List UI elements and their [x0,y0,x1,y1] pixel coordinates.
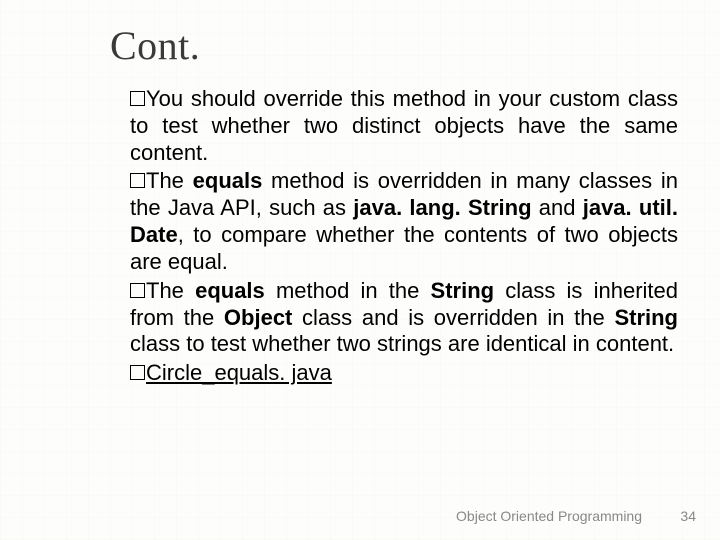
checkbox-icon [130,173,145,188]
checkbox-icon [130,91,145,106]
bullet-text: method in the [265,278,431,303]
bullet-item: The equals method is overridden in many … [130,168,678,275]
page-number: 34 [680,508,696,524]
bullet-text: should override this method in your cust… [130,86,678,165]
bullet-text: class to test whether two strings are id… [130,331,674,356]
slide: Cont. You should override this method in… [0,0,720,540]
footer-text: Object Oriented Programming [456,508,642,524]
bullet-text: , to compare whether the contents of two… [130,222,678,274]
bullet-text: class and is overridden in the [292,305,614,330]
bullet-lead: The [146,278,195,303]
keyword-object: Object [224,305,292,330]
bullet-item: You should override this method in your … [130,86,678,166]
slide-body: You should override this method in your … [130,86,678,389]
checkbox-icon [130,365,145,380]
keyword-string: String [431,278,495,303]
bullet-text: and [532,195,583,220]
slide-title: Cont. [110,22,200,69]
bullet-lead: You [146,86,183,111]
bullet-item: Circle_equals. java [130,360,678,387]
bullet-lead: The [146,168,193,193]
bullet-item: The equals method in the String class is… [130,278,678,358]
checkbox-icon [130,283,145,298]
source-file-link[interactable]: Circle_equals. java [146,360,332,385]
keyword-string: String [614,305,678,330]
keyword-equals: equals [195,278,265,303]
keyword-string-class: java. lang. String [353,195,531,220]
keyword-equals: equals [193,168,263,193]
